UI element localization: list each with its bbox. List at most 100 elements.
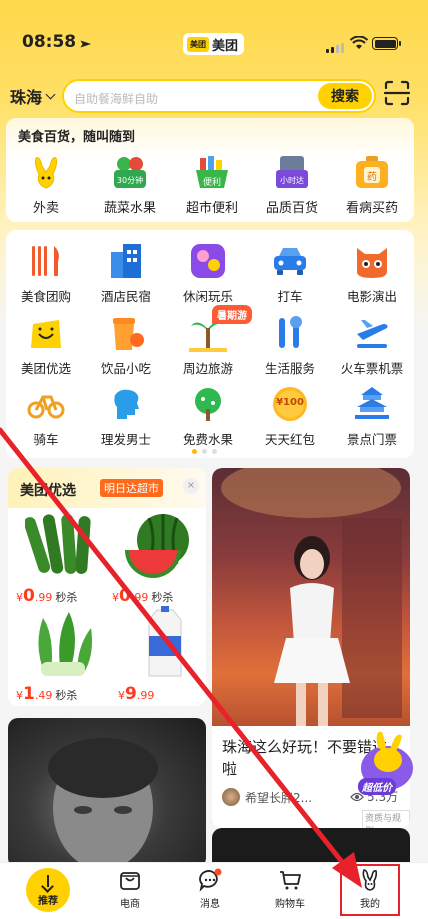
feed-post-author[interactable]: 希望长胖2... [222,788,312,806]
price: ¥0.99 秒杀 [112,586,174,606]
tab-label: 购物车 [275,899,305,910]
tab-messages[interactable]: 消息 [180,868,240,910]
shopping-bag-icon: 小时达 [272,152,312,192]
product-watermelon[interactable]: ¥0.99 秒杀 [112,508,202,606]
feed-post-image [212,468,410,726]
product-milk[interactable]: ¥9.99 [118,606,208,704]
quick-item-medicine[interactable]: 药 看病买药 [332,152,412,216]
bok-choy-image [25,606,97,678]
clock: 08:58 [22,32,77,52]
cucumber-image [23,508,97,580]
temple-icon [353,385,391,423]
product-bok-choy[interactable]: ¥1.49 秒杀 [16,606,106,704]
service-label: 电影演出 [346,289,397,304]
battery-icon [372,37,401,50]
drink-cup-icon [107,314,145,352]
cat-face-icon [353,242,391,280]
service-food-deals[interactable]: 美食团购 [6,242,86,305]
quick-item-label: 超市便利 [185,201,238,216]
city-name: 珠海 [10,88,43,107]
service-movies[interactable]: 电影演出 [332,242,412,305]
leisure-icon [189,242,227,280]
watermelon-image [121,508,193,580]
head-profile-icon [107,385,145,423]
service-barber[interactable]: 理发男士 [86,385,166,448]
brand-name: 美团 [212,38,239,54]
tab-label: 消息 [200,899,220,910]
quick-item-label: 蔬菜水果 [103,201,156,216]
qualification-badge[interactable]: 资质与规则 [362,810,410,828]
wifi-icon [350,36,368,49]
service-life[interactable]: 生活服务 [250,314,330,377]
service-drinks[interactable]: 饮品小吃 [86,314,166,377]
service-free-fruit[interactable]: 免费水果 [168,385,248,448]
car-icon [271,242,309,280]
search-bar[interactable]: 搜索 [62,79,376,113]
tab-label: 推荐 [38,896,58,907]
coin-amount: ¥100 [276,397,304,408]
avatar [222,788,240,806]
meituan-logo: 美团 [187,36,209,52]
service-label: 周边旅游 [182,361,233,376]
service-label: 理发男士 [100,432,151,447]
service-taxi[interactable]: 打车 [250,242,330,305]
service-label: 美团优选 [20,361,71,376]
promo-label[interactable]: 超低价 [358,778,396,795]
app-brand-pill: 美团 美团 [183,33,245,55]
medicine-box-icon: 药 [352,152,392,192]
milk-carton-image [127,606,199,678]
tab-cart[interactable]: 购物车 [260,868,320,910]
service-hotel[interactable]: 酒店民宿 [86,242,166,305]
feed-photo-portrait[interactable] [8,718,206,868]
service-label: 打车 [277,289,303,304]
service-red-packet[interactable]: ¥100 天天红包 [250,385,330,448]
tree-icon [189,385,227,423]
close-icon[interactable]: × [183,478,199,494]
scan-icon[interactable] [384,80,410,106]
service-youxuan[interactable]: 美团优选 [6,314,86,377]
signal-icon [326,43,344,53]
bicycle-icon [27,385,65,423]
building-icon [107,242,145,280]
status-bar: 08:58 美团 美团 [0,0,428,62]
quick-access-title: 美食百货，随叫随到 [18,130,136,145]
price: ¥1.49 秒杀 [16,684,78,704]
location-arrow-icon [80,40,92,48]
quick-item-label: 看病买药 [345,201,398,216]
service-label: 免费水果 [182,432,233,447]
service-label: 生活服务 [264,361,315,376]
service-attractions[interactable]: 景点门票 [332,385,412,448]
quick-item-label: 品质百货 [265,201,318,216]
highlight-box [340,864,400,916]
service-leisure[interactable]: 休闲玩乐 [168,242,248,305]
city-selector[interactable]: 珠海 [10,84,56,108]
services-grid: 美食团购 酒店民宿 休闲玩乐 打车 电影演出 美团优选 饮品小吃 周边旅游 生活… [6,230,414,458]
service-label: 天天红包 [264,432,315,447]
service-bike[interactable]: 骑车 [6,385,86,448]
service-label: 饮品小吃 [100,361,151,376]
quick-item-quality-goods[interactable]: 小时达 品质百货 [252,152,332,216]
service-label: 骑车 [33,432,59,447]
chevron-down-icon [45,89,56,99]
coin-icon: ¥100 [271,385,309,423]
vegetable-basket-icon: 30分钟 [110,152,150,192]
author-name: 希望长胖2... [245,790,313,805]
service-label: 火车票机票 [340,361,404,376]
service-label: 景点门票 [346,432,397,447]
service-label: 休闲玩乐 [182,289,233,304]
tab-recommend[interactable]: 推荐 [26,868,70,912]
summer-badge: 暑期游 [212,305,252,324]
search-input[interactable] [74,90,304,108]
quick-item-waimai[interactable]: 外卖 [6,152,86,216]
tab-ecommerce[interactable]: 电商 [100,868,160,910]
cart-icon [278,868,302,892]
product-cucumber[interactable]: ¥0.99 秒杀 [16,508,106,606]
youxuan-card[interactable]: 美团优选 明日达超市 × ¥0.99 秒杀 ¥0.99 秒杀 ¥1.49 秒杀 ¥9.… [8,468,206,706]
fork-knife-icon [27,242,65,280]
quick-item-vegetables[interactable]: 30分钟 蔬菜水果 [90,152,170,216]
service-train-flight[interactable]: 火车票机票 [332,314,412,377]
quick-item-supermarket[interactable]: 便利 超市便利 [172,152,252,216]
service-label: 酒店民宿 [100,289,151,304]
search-button[interactable]: 搜索 [318,83,372,109]
quick-access-card: 美食百货，随叫随到 外卖 30分钟 蔬菜水果 便利 超市便利 小时达 品质百货 … [6,118,414,222]
